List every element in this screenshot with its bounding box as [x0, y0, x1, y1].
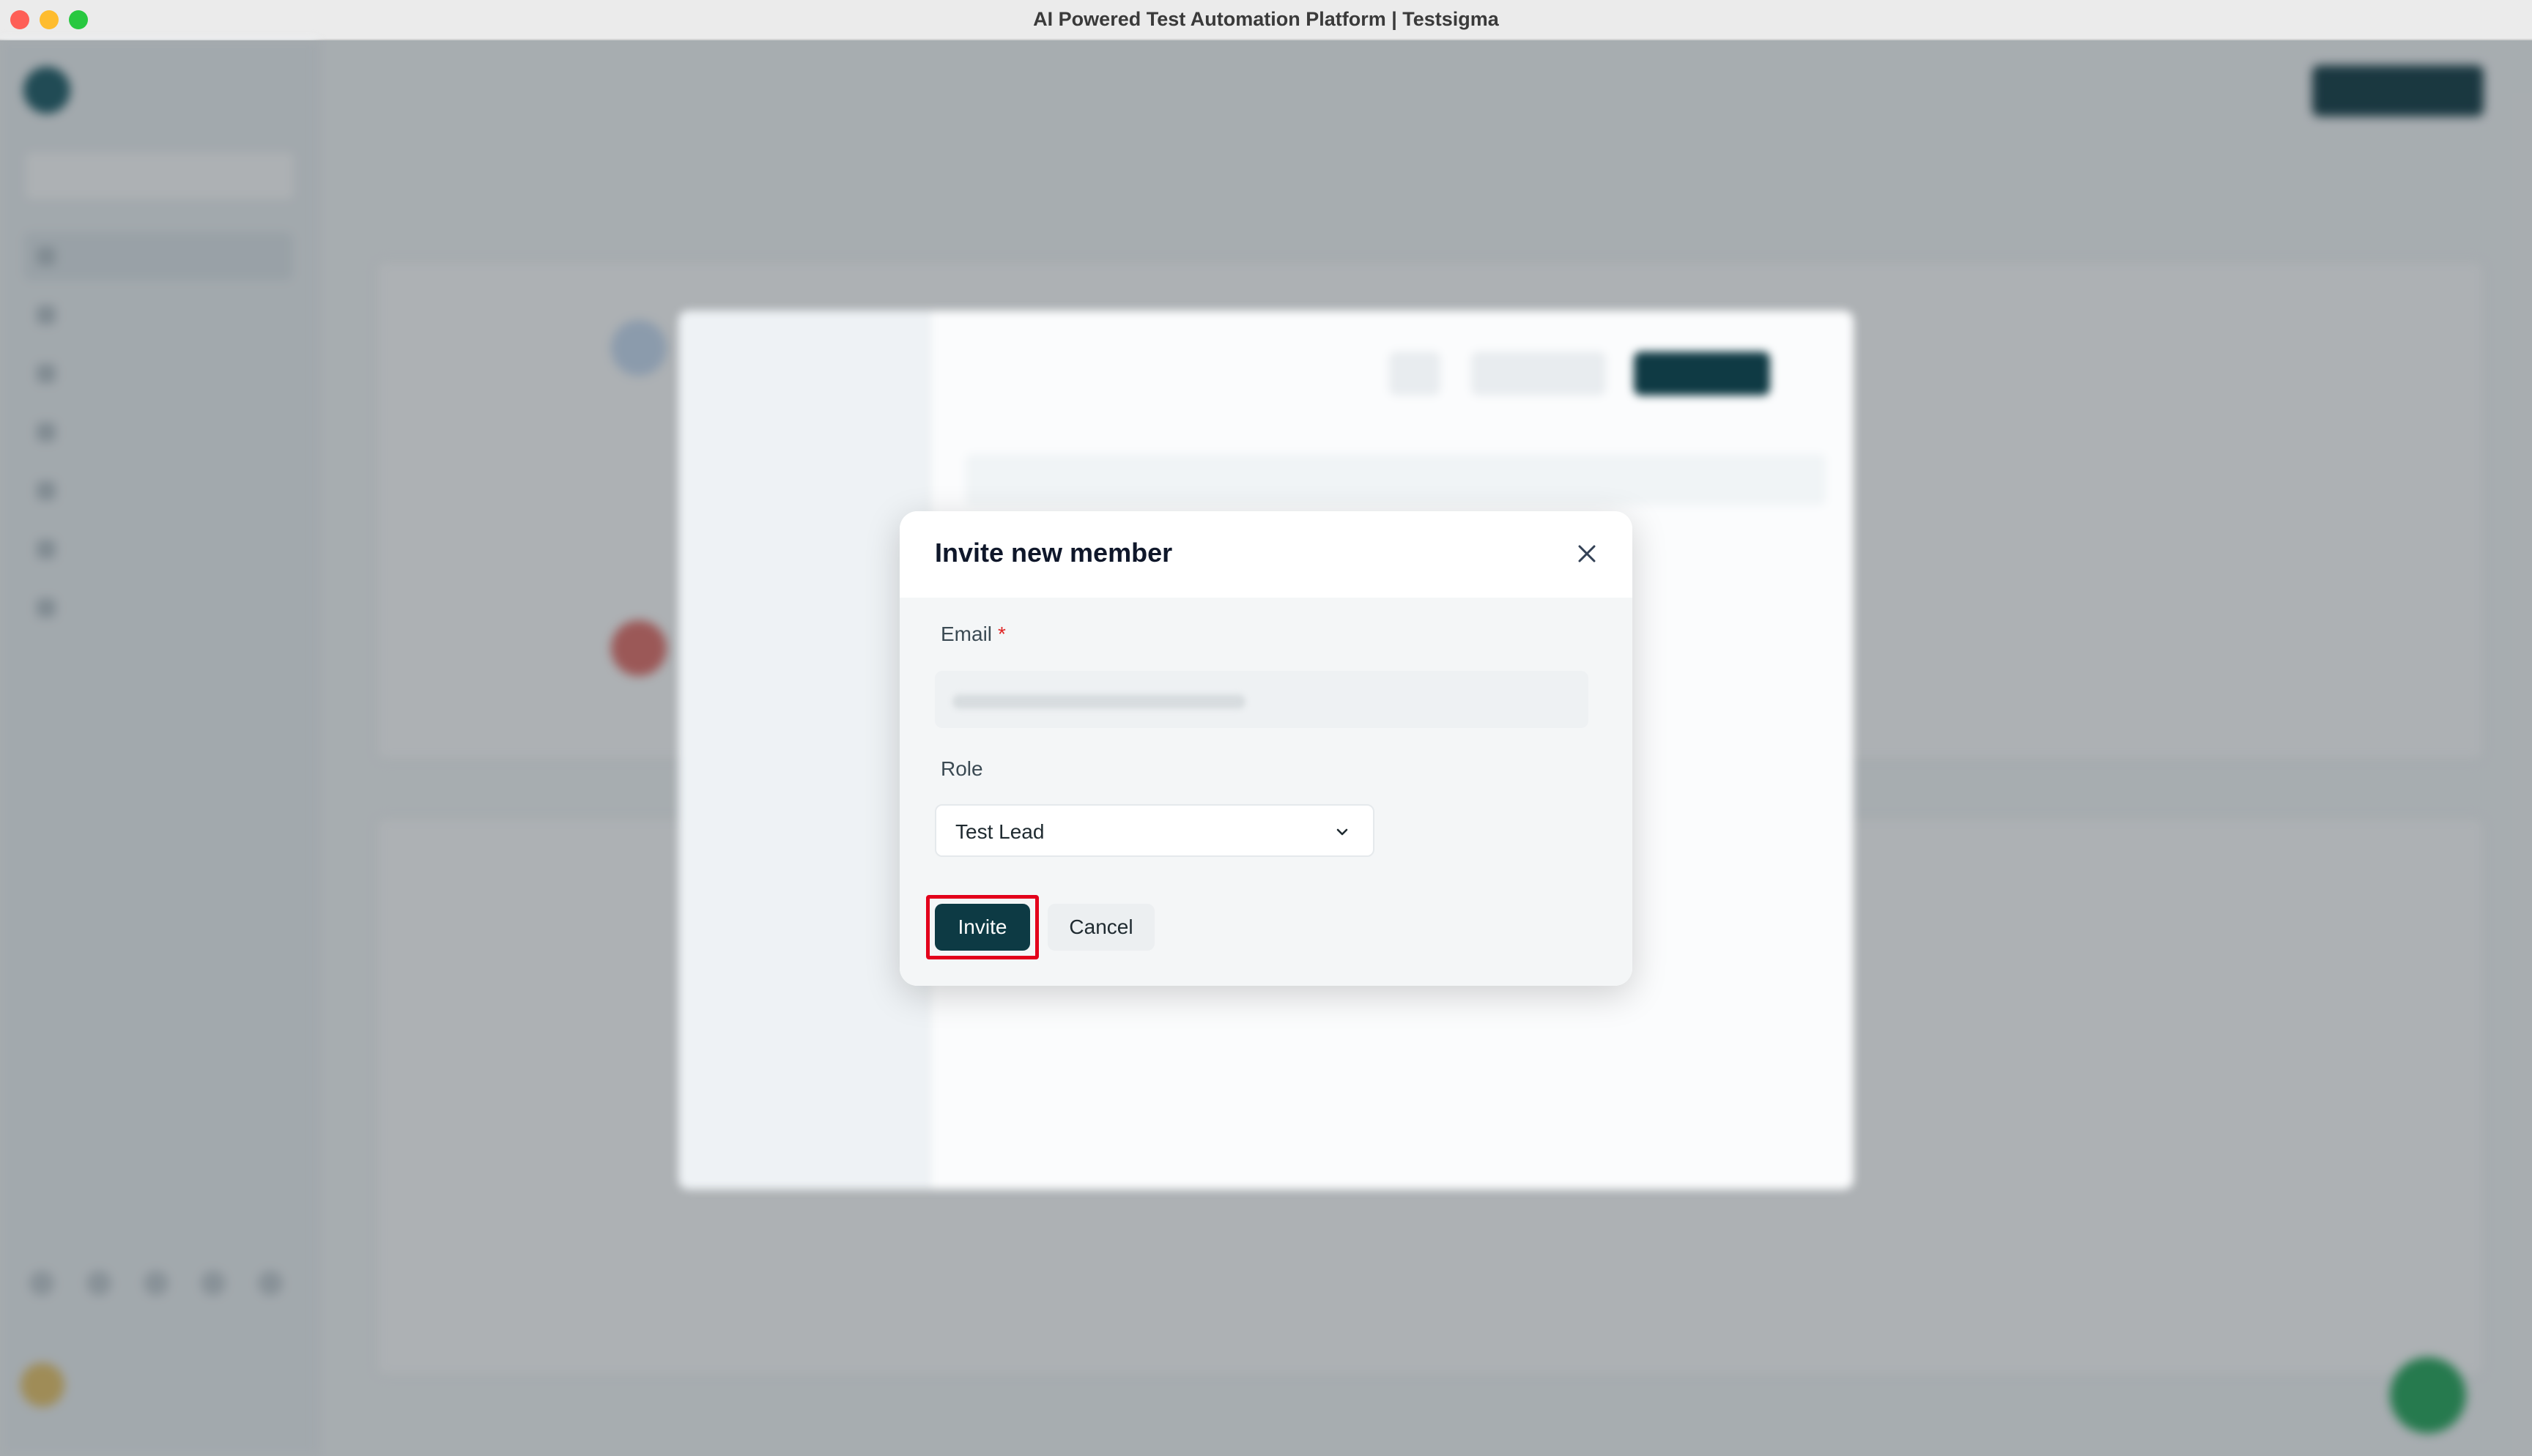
cancel-button[interactable]: Cancel [1048, 904, 1155, 951]
chevron-down-icon [1336, 828, 1348, 836]
invite-button[interactable]: Invite [935, 904, 1030, 951]
dialog-header: Invite new member [900, 511, 1632, 598]
project-settings-nav [678, 311, 930, 1189]
assign-button [1471, 352, 1606, 395]
window-titlebar: AI Powered Test Automation Platform | Te… [0, 0, 2532, 40]
invite-member-button [1634, 352, 1770, 395]
invite-member-dialog: Invite new member Email * Role Test Lead … [900, 511, 1632, 986]
close-button[interactable] [1568, 535, 1606, 573]
role-selected-value: Test Lead [955, 820, 1045, 843]
dialog-title: Invite new member [935, 538, 1173, 568]
email-redacted-text [952, 694, 1245, 709]
members-table-header [966, 454, 1826, 505]
required-marker: * [998, 623, 1006, 645]
email-label: Email * [941, 623, 1006, 646]
window-title: AI Powered Test Automation Platform | Te… [1033, 8, 1499, 30]
close-icon [1578, 545, 1596, 562]
email-label-text: Email [941, 623, 993, 645]
search-icon [1389, 352, 1440, 395]
role-label: Role [941, 757, 983, 780]
role-select[interactable]: Test Lead [935, 804, 1374, 857]
dialog-body: Email * Role Test Lead Invite Cancel [900, 598, 1632, 986]
